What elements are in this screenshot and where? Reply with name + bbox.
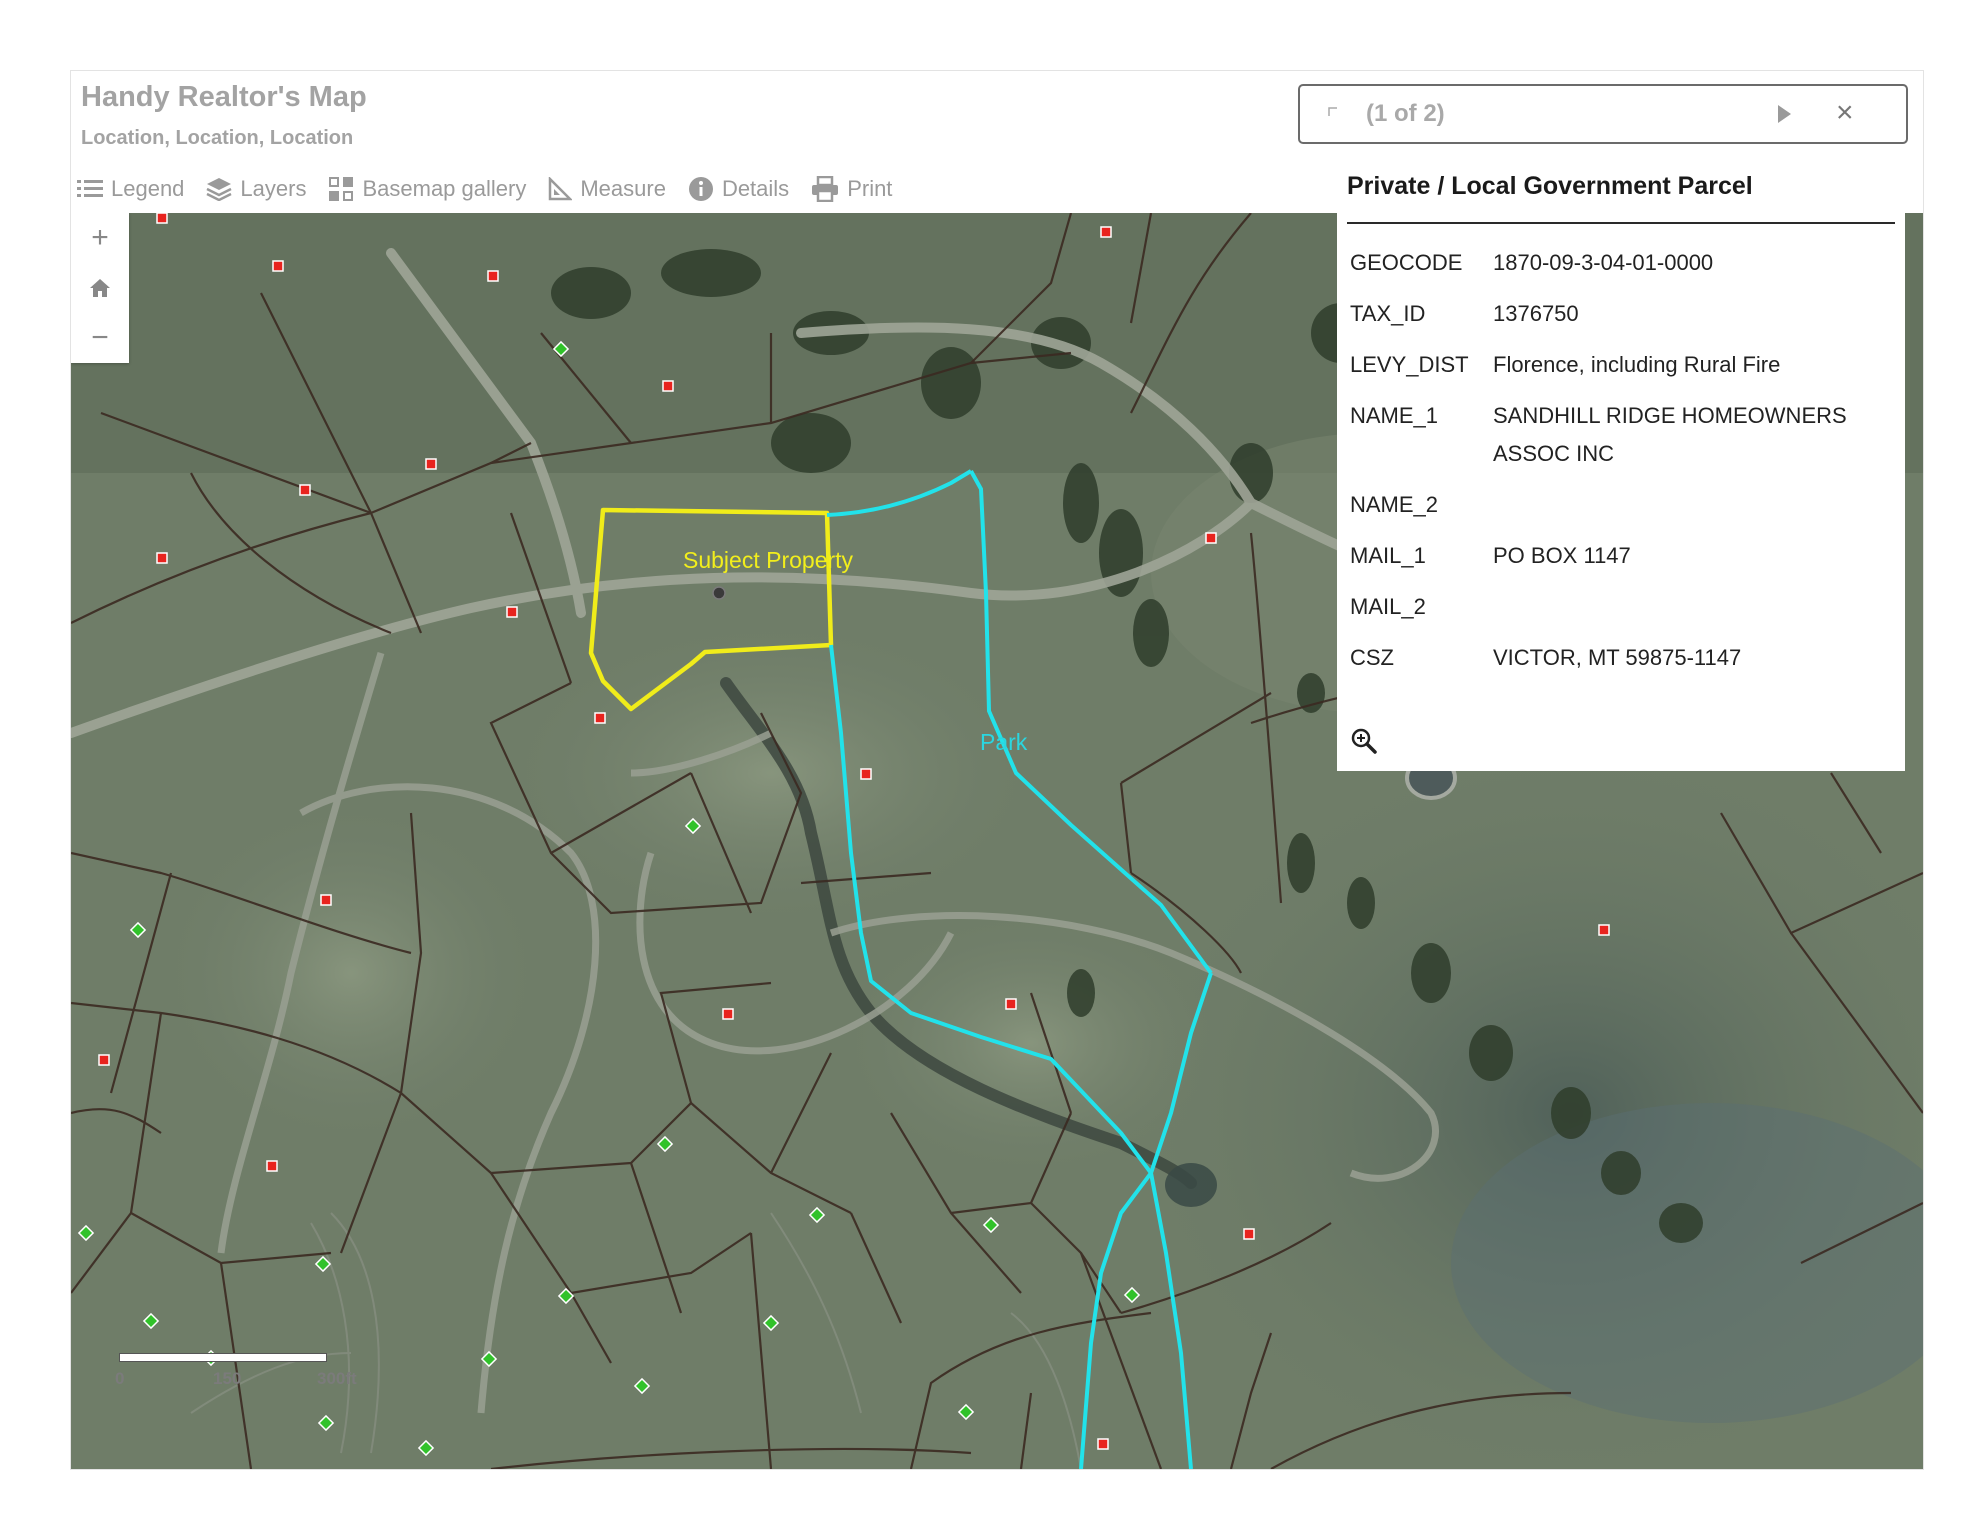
info-icon	[688, 177, 713, 201]
zoom-in-button[interactable]: +	[80, 218, 120, 258]
attribute-value: Florence, including Rural Fire	[1493, 352, 1781, 377]
attribute-row: LEVY_DIST Florence, including Rural Fire	[1347, 346, 1893, 397]
legend-icon	[77, 180, 103, 197]
zoom-to-button[interactable]	[1351, 728, 1377, 759]
subject-property-label: Subject Property	[683, 547, 854, 573]
home-icon	[90, 279, 110, 297]
attribute-key: NAME_2	[1350, 492, 1439, 517]
attribute-table: GEOCODE 1870-09-3-04-01-0000 TAX_ID 1376…	[1347, 244, 1893, 690]
attribute-value: VICTOR, MT 59875-1147	[1493, 645, 1742, 670]
measure-icon	[549, 177, 573, 201]
popup-header: (1 of 2) ×	[1298, 84, 1908, 144]
attribute-value: 1376750	[1493, 301, 1579, 326]
basemap-gallery-label: Basemap gallery	[362, 176, 527, 201]
legend-button[interactable]: Legend	[77, 176, 184, 202]
next-icon	[1778, 105, 1791, 123]
zoom-to-icon	[1351, 728, 1377, 754]
scale-tick-150: 150	[213, 1369, 242, 1388]
attribute-value: SANDHILL RIDGE HOMEOWNERS ASSOC INC	[1493, 403, 1847, 466]
previous-feature-button[interactable]	[1328, 104, 1338, 122]
next-feature-button[interactable]	[1776, 104, 1792, 129]
attribute-key: MAIL_2	[1350, 594, 1426, 619]
print-label: Print	[847, 176, 893, 201]
attribute-key: CSZ	[1350, 645, 1394, 670]
attribute-row: GEOCODE 1870-09-3-04-01-0000	[1347, 244, 1893, 295]
toolbar: Legend Layers Basemap gallery Measure De…	[77, 171, 892, 207]
attribute-row: MAIL_1 PO BOX 1147	[1347, 537, 1893, 588]
layers-icon	[206, 178, 232, 201]
scale-tick-0: 0	[115, 1369, 125, 1388]
legend-label: Legend	[111, 176, 185, 201]
zoom-controls: + −	[71, 213, 129, 363]
feature-counter: (1 of 2)	[1366, 100, 1445, 127]
app-title: Handy Realtor's Map	[81, 81, 367, 113]
attribute-key: NAME_1	[1350, 403, 1439, 428]
home-button[interactable]	[80, 268, 120, 308]
attribute-key: LEVY_DIST	[1350, 352, 1469, 377]
layers-label: Layers	[240, 176, 307, 201]
print-icon	[812, 176, 839, 202]
previous-icon	[1328, 107, 1337, 116]
measure-label: Measure	[580, 176, 666, 201]
details-label: Details	[721, 176, 790, 201]
zoom-out-button[interactable]: −	[80, 318, 120, 358]
attribute-row: NAME_1 SANDHILL RIDGE HOMEOWNERS ASSOC I…	[1347, 397, 1893, 486]
app-subtitle: Location, Location, Location	[81, 127, 354, 149]
scale-bar-line	[119, 1353, 327, 1362]
basemap-gallery-button[interactable]: Basemap gallery	[328, 176, 526, 202]
attribute-row: NAME_2	[1347, 486, 1893, 537]
attribute-key: GEOCODE	[1350, 250, 1463, 275]
attribute-row: TAX_ID 1376750	[1347, 295, 1893, 346]
popup-title: Private / Local Government Parcel	[1347, 172, 1753, 200]
layers-button[interactable]: Layers	[206, 176, 306, 202]
park-label: Park	[980, 729, 1028, 755]
attribute-value	[1490, 588, 1893, 639]
attribute-value: 1870-09-3-04-01-0000	[1493, 250, 1714, 275]
attribute-key: TAX_ID	[1350, 301, 1426, 326]
scale-bar: 0 150 300ft	[115, 1353, 357, 1413]
print-button[interactable]: Print	[811, 176, 892, 202]
close-popup-button[interactable]: ×	[1836, 98, 1854, 128]
measure-button[interactable]: Measure	[548, 176, 666, 202]
scale-tick-300ft: 300ft	[317, 1369, 357, 1388]
basemap-gallery-icon	[329, 177, 354, 201]
details-button[interactable]: Details	[688, 176, 789, 202]
attribute-row: CSZ VICTOR, MT 59875-1147	[1347, 639, 1893, 690]
attribute-key: MAIL_1	[1350, 543, 1426, 568]
popup-panel: Private / Local Government Parcel GEOCOD…	[1337, 144, 1905, 771]
popup-divider	[1347, 222, 1895, 224]
attribute-row: MAIL_2	[1347, 588, 1893, 639]
attribute-value	[1490, 486, 1893, 537]
attribute-value: PO BOX 1147	[1493, 543, 1631, 568]
